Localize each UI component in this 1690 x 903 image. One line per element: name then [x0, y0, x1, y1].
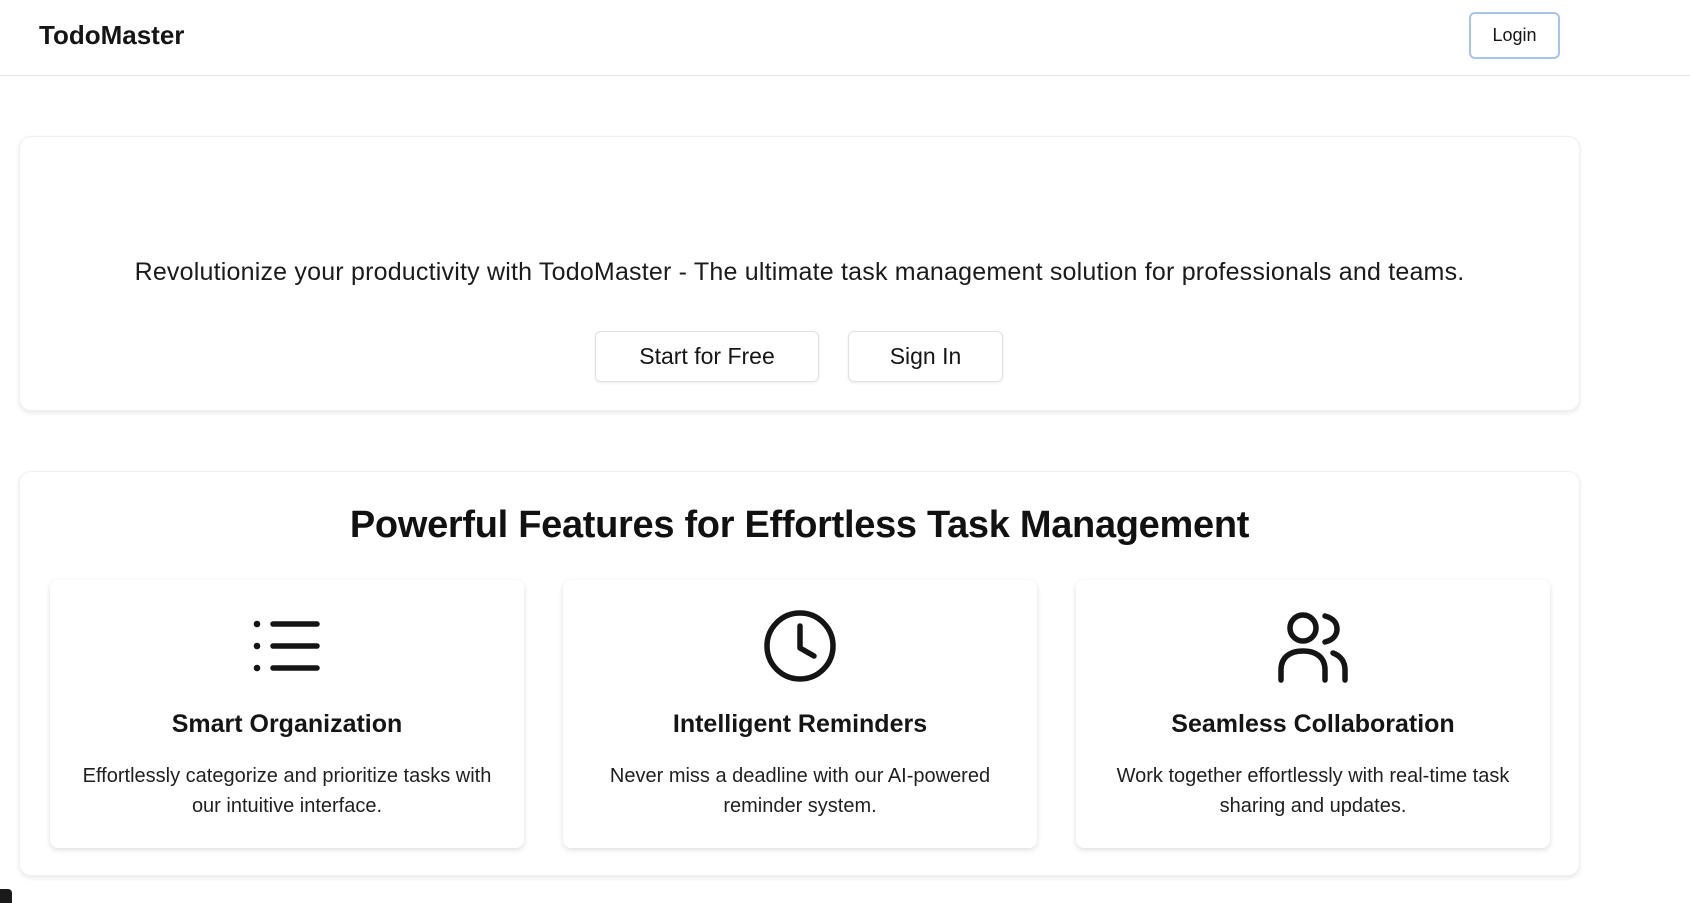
- top-navbar: TodoMaster Login: [0, 0, 1690, 76]
- login-button[interactable]: Login: [1469, 12, 1560, 59]
- feature-card-intelligent-reminders: Intelligent Reminders Never miss a deadl…: [563, 580, 1037, 848]
- feature-title: Seamless Collaboration: [1171, 710, 1455, 738]
- feature-title: Smart Organization: [171, 710, 403, 738]
- feature-title: Intelligent Reminders: [672, 710, 928, 738]
- corner-widget: [0, 889, 12, 903]
- users-icon: [1278, 612, 1348, 683]
- feature-description: Work together effortlessly with real-tim…: [1116, 765, 1510, 817]
- features-section: Powerful Features for Effortless Task Ma…: [19, 471, 1580, 876]
- feature-description: Effortlessly categorize and prioritize t…: [82, 765, 492, 817]
- list-icon: [253, 620, 320, 672]
- feature-card-smart-organization: Smart Organization Effortlessly categori…: [50, 580, 524, 848]
- clock-icon: [764, 610, 836, 682]
- hero-section: Revolutionize your productivity with Tod…: [19, 136, 1580, 411]
- feature-description: Never miss a deadline with our AI-powere…: [609, 765, 991, 817]
- start-for-free-button[interactable]: Start for Free: [595, 331, 819, 382]
- features-title: Powerful Features for Effortless Task Ma…: [349, 504, 1250, 546]
- sign-in-button[interactable]: Sign In: [848, 331, 1003, 382]
- brand-logo[interactable]: TodoMaster: [39, 20, 184, 51]
- hero-tagline: Revolutionize your productivity with Tod…: [134, 258, 1465, 286]
- feature-card-seamless-collaboration: Seamless Collaboration Work together eff…: [1076, 580, 1550, 848]
